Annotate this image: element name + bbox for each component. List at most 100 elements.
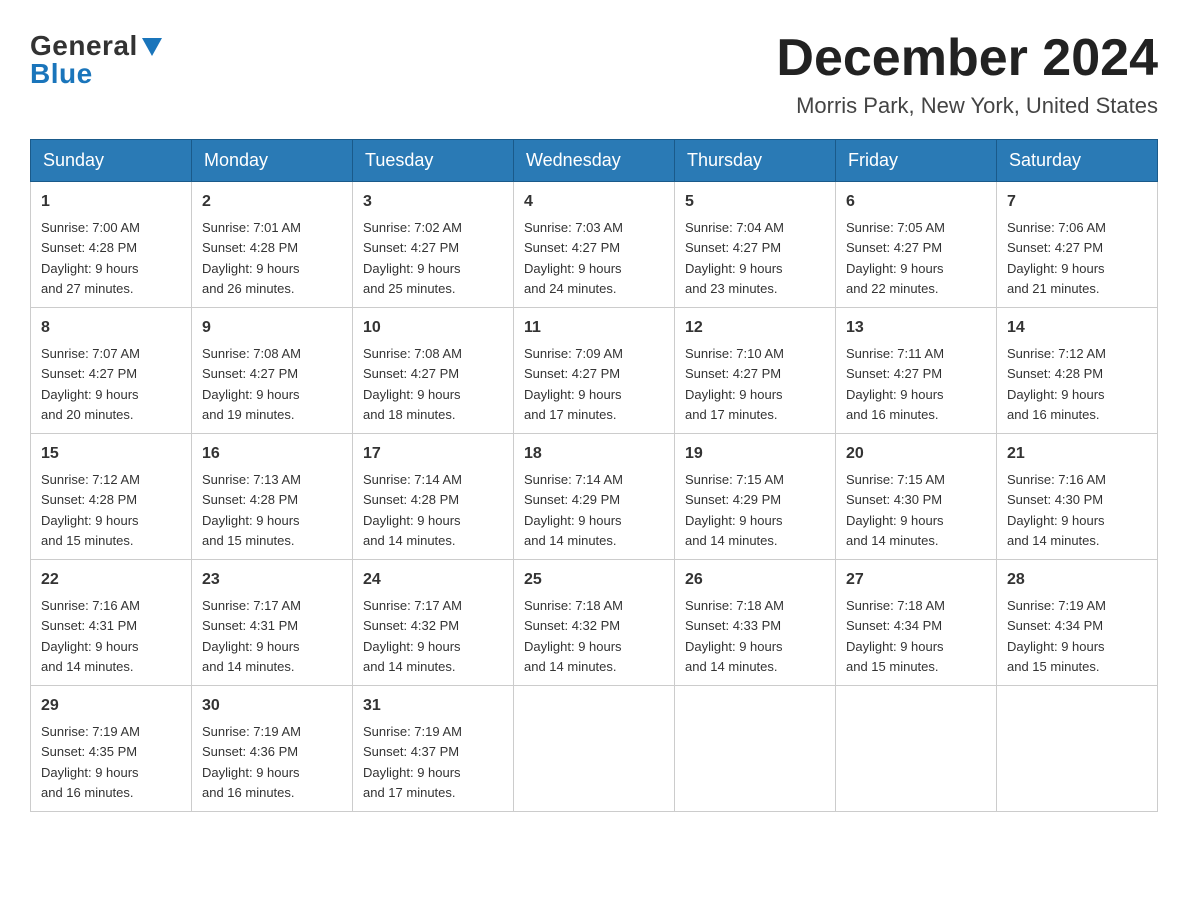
day-info: Sunrise: 7:19 AMSunset: 4:34 PMDaylight:… (1007, 598, 1106, 674)
table-row: 11 Sunrise: 7:09 AMSunset: 4:27 PMDaylig… (514, 308, 675, 434)
day-info: Sunrise: 7:18 AMSunset: 4:32 PMDaylight:… (524, 598, 623, 674)
table-row: 3 Sunrise: 7:02 AMSunset: 4:27 PMDayligh… (353, 182, 514, 308)
day-info: Sunrise: 7:08 AMSunset: 4:27 PMDaylight:… (202, 346, 301, 422)
day-info: Sunrise: 7:09 AMSunset: 4:27 PMDaylight:… (524, 346, 623, 422)
day-number: 3 (363, 190, 503, 214)
table-row: 31 Sunrise: 7:19 AMSunset: 4:37 PMDaylig… (353, 686, 514, 812)
day-info: Sunrise: 7:18 AMSunset: 4:34 PMDaylight:… (846, 598, 945, 674)
day-info: Sunrise: 7:05 AMSunset: 4:27 PMDaylight:… (846, 220, 945, 296)
day-info: Sunrise: 7:12 AMSunset: 4:28 PMDaylight:… (41, 472, 140, 548)
day-number: 29 (41, 694, 181, 718)
day-info: Sunrise: 7:04 AMSunset: 4:27 PMDaylight:… (685, 220, 784, 296)
day-number: 5 (685, 190, 825, 214)
table-row: 14 Sunrise: 7:12 AMSunset: 4:28 PMDaylig… (997, 308, 1158, 434)
day-info: Sunrise: 7:00 AMSunset: 4:28 PMDaylight:… (41, 220, 140, 296)
day-number: 17 (363, 442, 503, 466)
table-row: 25 Sunrise: 7:18 AMSunset: 4:32 PMDaylig… (514, 560, 675, 686)
day-info: Sunrise: 7:15 AMSunset: 4:30 PMDaylight:… (846, 472, 945, 548)
table-row: 26 Sunrise: 7:18 AMSunset: 4:33 PMDaylig… (675, 560, 836, 686)
col-tuesday: Tuesday (353, 140, 514, 182)
col-thursday: Thursday (675, 140, 836, 182)
table-row: 30 Sunrise: 7:19 AMSunset: 4:36 PMDaylig… (192, 686, 353, 812)
col-friday: Friday (836, 140, 997, 182)
table-row: 29 Sunrise: 7:19 AMSunset: 4:35 PMDaylig… (31, 686, 192, 812)
day-info: Sunrise: 7:16 AMSunset: 4:31 PMDaylight:… (41, 598, 140, 674)
col-monday: Monday (192, 140, 353, 182)
table-row: 6 Sunrise: 7:05 AMSunset: 4:27 PMDayligh… (836, 182, 997, 308)
table-row (675, 686, 836, 812)
table-row: 23 Sunrise: 7:17 AMSunset: 4:31 PMDaylig… (192, 560, 353, 686)
table-row: 16 Sunrise: 7:13 AMSunset: 4:28 PMDaylig… (192, 434, 353, 560)
day-number: 7 (1007, 190, 1147, 214)
day-number: 21 (1007, 442, 1147, 466)
day-number: 13 (846, 316, 986, 340)
day-info: Sunrise: 7:08 AMSunset: 4:27 PMDaylight:… (363, 346, 462, 422)
calendar-subtitle: Morris Park, New York, United States (776, 93, 1158, 119)
day-info: Sunrise: 7:13 AMSunset: 4:28 PMDaylight:… (202, 472, 301, 548)
table-row: 9 Sunrise: 7:08 AMSunset: 4:27 PMDayligh… (192, 308, 353, 434)
day-number: 24 (363, 568, 503, 592)
table-row: 19 Sunrise: 7:15 AMSunset: 4:29 PMDaylig… (675, 434, 836, 560)
day-number: 11 (524, 316, 664, 340)
day-number: 23 (202, 568, 342, 592)
col-sunday: Sunday (31, 140, 192, 182)
table-row: 4 Sunrise: 7:03 AMSunset: 4:27 PMDayligh… (514, 182, 675, 308)
day-info: Sunrise: 7:14 AMSunset: 4:29 PMDaylight:… (524, 472, 623, 548)
day-number: 14 (1007, 316, 1147, 340)
day-info: Sunrise: 7:01 AMSunset: 4:28 PMDaylight:… (202, 220, 301, 296)
day-number: 28 (1007, 568, 1147, 592)
day-info: Sunrise: 7:17 AMSunset: 4:31 PMDaylight:… (202, 598, 301, 674)
day-info: Sunrise: 7:12 AMSunset: 4:28 PMDaylight:… (1007, 346, 1106, 422)
calendar-week-row: 15 Sunrise: 7:12 AMSunset: 4:28 PMDaylig… (31, 434, 1158, 560)
day-info: Sunrise: 7:19 AMSunset: 4:37 PMDaylight:… (363, 724, 462, 800)
col-wednesday: Wednesday (514, 140, 675, 182)
table-row (836, 686, 997, 812)
table-row: 21 Sunrise: 7:16 AMSunset: 4:30 PMDaylig… (997, 434, 1158, 560)
day-number: 8 (41, 316, 181, 340)
day-number: 1 (41, 190, 181, 214)
day-number: 6 (846, 190, 986, 214)
day-info: Sunrise: 7:19 AMSunset: 4:35 PMDaylight:… (41, 724, 140, 800)
day-info: Sunrise: 7:02 AMSunset: 4:27 PMDaylight:… (363, 220, 462, 296)
table-row: 5 Sunrise: 7:04 AMSunset: 4:27 PMDayligh… (675, 182, 836, 308)
table-row: 17 Sunrise: 7:14 AMSunset: 4:28 PMDaylig… (353, 434, 514, 560)
table-row: 27 Sunrise: 7:18 AMSunset: 4:34 PMDaylig… (836, 560, 997, 686)
logo-blue: Blue (30, 58, 93, 90)
day-number: 27 (846, 568, 986, 592)
table-row: 12 Sunrise: 7:10 AMSunset: 4:27 PMDaylig… (675, 308, 836, 434)
day-number: 2 (202, 190, 342, 214)
day-info: Sunrise: 7:15 AMSunset: 4:29 PMDaylight:… (685, 472, 784, 548)
logo: General Blue (30, 30, 162, 90)
calendar-week-row: 29 Sunrise: 7:19 AMSunset: 4:35 PMDaylig… (31, 686, 1158, 812)
day-number: 25 (524, 568, 664, 592)
day-number: 9 (202, 316, 342, 340)
day-info: Sunrise: 7:19 AMSunset: 4:36 PMDaylight:… (202, 724, 301, 800)
calendar-week-row: 8 Sunrise: 7:07 AMSunset: 4:27 PMDayligh… (31, 308, 1158, 434)
day-number: 19 (685, 442, 825, 466)
day-number: 31 (363, 694, 503, 718)
day-number: 4 (524, 190, 664, 214)
title-area: December 2024 Morris Park, New York, Uni… (776, 30, 1158, 119)
day-info: Sunrise: 7:07 AMSunset: 4:27 PMDaylight:… (41, 346, 140, 422)
table-row: 8 Sunrise: 7:07 AMSunset: 4:27 PMDayligh… (31, 308, 192, 434)
table-row: 20 Sunrise: 7:15 AMSunset: 4:30 PMDaylig… (836, 434, 997, 560)
day-info: Sunrise: 7:16 AMSunset: 4:30 PMDaylight:… (1007, 472, 1106, 548)
calendar-table: Sunday Monday Tuesday Wednesday Thursday… (30, 139, 1158, 812)
page-header: General Blue December 2024 Morris Park, … (30, 30, 1158, 119)
day-info: Sunrise: 7:03 AMSunset: 4:27 PMDaylight:… (524, 220, 623, 296)
day-number: 16 (202, 442, 342, 466)
table-row: 22 Sunrise: 7:16 AMSunset: 4:31 PMDaylig… (31, 560, 192, 686)
day-number: 12 (685, 316, 825, 340)
day-info: Sunrise: 7:18 AMSunset: 4:33 PMDaylight:… (685, 598, 784, 674)
day-number: 10 (363, 316, 503, 340)
col-saturday: Saturday (997, 140, 1158, 182)
table-row (514, 686, 675, 812)
day-number: 18 (524, 442, 664, 466)
table-row: 18 Sunrise: 7:14 AMSunset: 4:29 PMDaylig… (514, 434, 675, 560)
table-row: 1 Sunrise: 7:00 AMSunset: 4:28 PMDayligh… (31, 182, 192, 308)
day-info: Sunrise: 7:14 AMSunset: 4:28 PMDaylight:… (363, 472, 462, 548)
day-number: 30 (202, 694, 342, 718)
day-info: Sunrise: 7:06 AMSunset: 4:27 PMDaylight:… (1007, 220, 1106, 296)
day-info: Sunrise: 7:11 AMSunset: 4:27 PMDaylight:… (846, 346, 944, 422)
calendar-header-row: Sunday Monday Tuesday Wednesday Thursday… (31, 140, 1158, 182)
